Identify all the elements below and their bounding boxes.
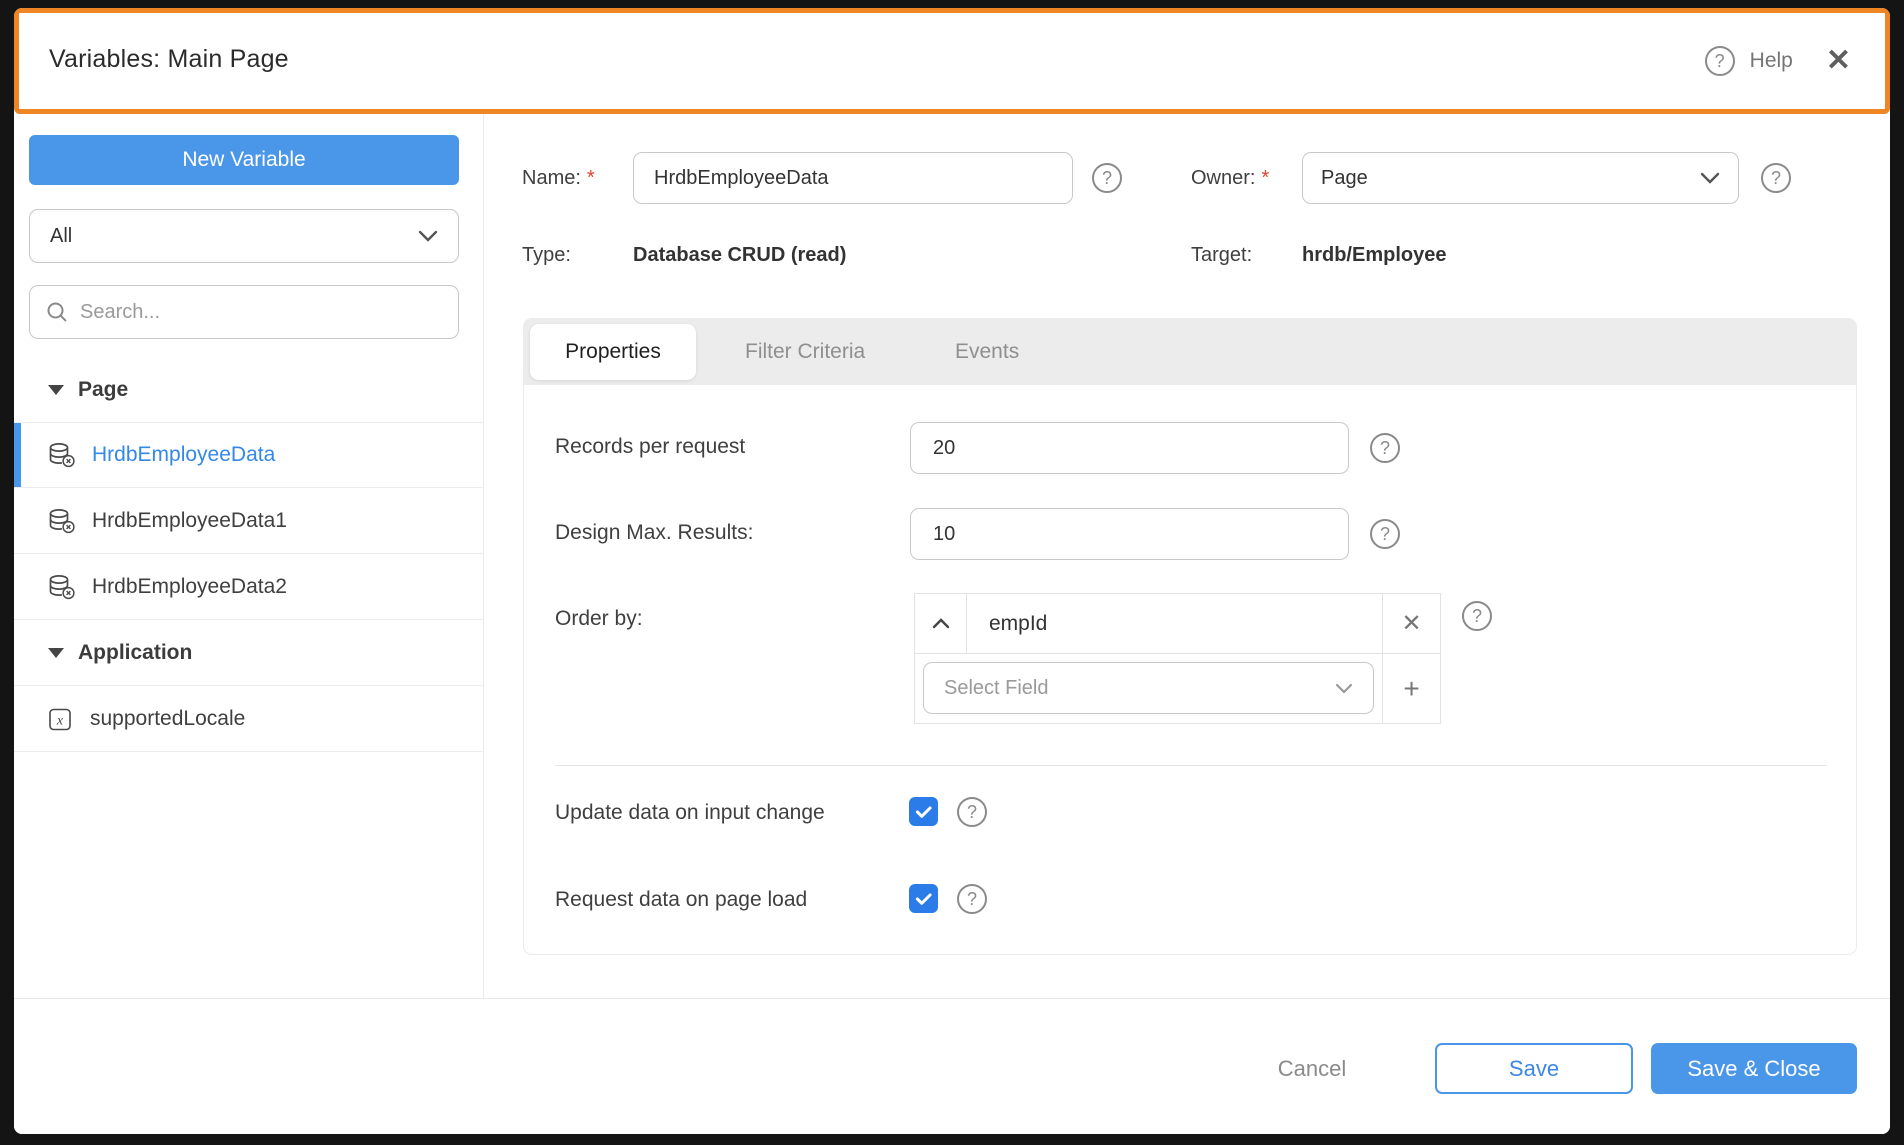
screen-background: Variables: Main Page ? Help ✕ New Variab…	[0, 0, 1904, 1145]
target-label: Target:	[1191, 244, 1253, 266]
search-box[interactable]	[29, 285, 459, 339]
variable-name: HrdbEmployeeData	[92, 443, 276, 466]
sort-direction-toggle[interactable]	[915, 594, 967, 653]
question-icon[interactable]: ?	[957, 884, 987, 914]
triangle-down-icon	[48, 385, 64, 395]
properties-panel: Records per request ? Design Max. Result…	[523, 385, 1857, 955]
save-button[interactable]: Save	[1435, 1043, 1633, 1094]
variables-dialog: Variables: Main Page ? Help ✕ New Variab…	[14, 8, 1890, 1134]
variable-name: HrdbEmployeeData1	[92, 508, 287, 532]
update-on-change-checkbox[interactable]	[909, 797, 938, 826]
search-icon	[47, 302, 67, 322]
owner-value: Page	[1321, 166, 1368, 189]
save-and-close-button[interactable]: Save & Close	[1651, 1043, 1857, 1094]
select-field-dropdown[interactable]: Select Field	[923, 662, 1374, 714]
sidebar-section-page[interactable]: Page	[14, 367, 483, 413]
tab-events[interactable]: Events	[955, 318, 1019, 385]
database-icon	[49, 508, 75, 533]
help-link[interactable]: Help	[1750, 49, 1793, 73]
variables-sidebar: New Variable All Page	[14, 114, 484, 998]
sidebar-item-hrdbemployeedata1[interactable]: HrdbEmployeeData1	[14, 488, 483, 554]
dialog-footer: Cancel Save Save & Close	[14, 998, 1890, 1134]
question-icon[interactable]: ?	[1462, 601, 1492, 631]
request-on-load-label: Request data on page load	[555, 888, 808, 911]
design-max-results-input[interactable]	[910, 508, 1349, 560]
order-by-widget: empId ✕ Select Field +	[914, 593, 1441, 724]
dialog-header: Variables: Main Page ? Help ✕	[14, 8, 1890, 114]
variable-name: supportedLocale	[90, 706, 246, 730]
database-icon	[49, 443, 75, 468]
question-icon[interactable]: ?	[1092, 163, 1122, 193]
question-icon[interactable]: ?	[1370, 519, 1400, 549]
type-value: Database CRUD (read)	[633, 244, 847, 266]
add-icon[interactable]: +	[1382, 654, 1440, 723]
tab-filter-criteria[interactable]: Filter Criteria	[745, 318, 865, 385]
update-on-change-label: Update data on input change	[555, 801, 825, 824]
sidebar-item-supportedlocale[interactable]: x supportedLocale	[14, 686, 483, 752]
type-label: Type:	[522, 244, 571, 266]
header-actions: ? Help ✕	[1704, 13, 1851, 109]
owner-select[interactable]: Page	[1302, 152, 1739, 204]
question-icon[interactable]: ?	[957, 797, 987, 827]
help-icon[interactable]: ?	[1704, 46, 1735, 76]
sidebar-item-hrdbemployeedata2[interactable]: HrdbEmployeeData2	[14, 554, 483, 620]
question-icon[interactable]: ?	[1761, 163, 1791, 193]
sidebar-section-application[interactable]: Application	[14, 620, 483, 686]
design-max-results-label: Design Max. Results:	[555, 521, 754, 544]
variable-name: HrdbEmployeeData2	[92, 574, 287, 598]
variable-icon: x	[49, 708, 71, 730]
search-input[interactable]	[80, 300, 420, 324]
order-by-row: empId ✕	[915, 594, 1440, 654]
chevron-down-icon	[1335, 683, 1353, 694]
chevron-up-icon	[932, 618, 949, 629]
remove-icon[interactable]: ✕	[1382, 594, 1440, 653]
cancel-button[interactable]: Cancel	[1262, 1043, 1362, 1094]
target-value: hrdb/Employee	[1302, 244, 1447, 266]
required-asterisk: *	[586, 167, 595, 189]
triangle-down-icon	[48, 647, 64, 658]
name-label: Name: *	[522, 167, 595, 189]
tab-properties[interactable]: Properties	[530, 324, 696, 380]
required-asterisk: *	[1261, 167, 1270, 189]
check-icon	[915, 806, 932, 818]
close-icon[interactable]: ✕	[1826, 46, 1851, 76]
variable-detail-panel: Name:* ? Owner:* Page ? Type: Database C…	[485, 114, 1890, 998]
variable-list: HrdbEmployeeData HrdbEmployeeData1 HrdbE…	[14, 422, 483, 752]
section-label: Page	[78, 378, 129, 401]
add-order-row: Select Field +	[915, 654, 1440, 723]
sidebar-item-hrdbemployeedata[interactable]: HrdbEmployeeData	[14, 422, 483, 488]
database-icon	[49, 574, 75, 599]
page-title: Variables: Main Page	[49, 45, 289, 73]
section-label: Application	[78, 640, 193, 664]
new-variable-button[interactable]: New Variable	[29, 135, 459, 185]
divider	[555, 765, 1827, 766]
detail-tabbar: Properties Filter Criteria Events	[523, 318, 1857, 385]
variable-filter-select[interactable]: All	[29, 209, 459, 263]
variable-filter-value: All	[50, 224, 73, 247]
chevron-down-icon	[1700, 172, 1720, 184]
records-per-request-input[interactable]	[910, 422, 1349, 474]
check-icon	[915, 893, 932, 905]
svg-text:x: x	[56, 713, 64, 728]
question-icon[interactable]: ?	[1370, 433, 1400, 463]
name-input[interactable]	[633, 152, 1073, 204]
order-by-field[interactable]: empId	[967, 594, 1382, 653]
chevron-down-icon	[418, 230, 438, 242]
select-field-placeholder: Select Field	[944, 676, 1049, 699]
records-per-request-label: Records per request	[555, 435, 746, 458]
order-by-label: Order by:	[555, 607, 643, 630]
owner-label: Owner: *	[1191, 167, 1270, 189]
request-on-load-checkbox[interactable]	[909, 884, 938, 913]
